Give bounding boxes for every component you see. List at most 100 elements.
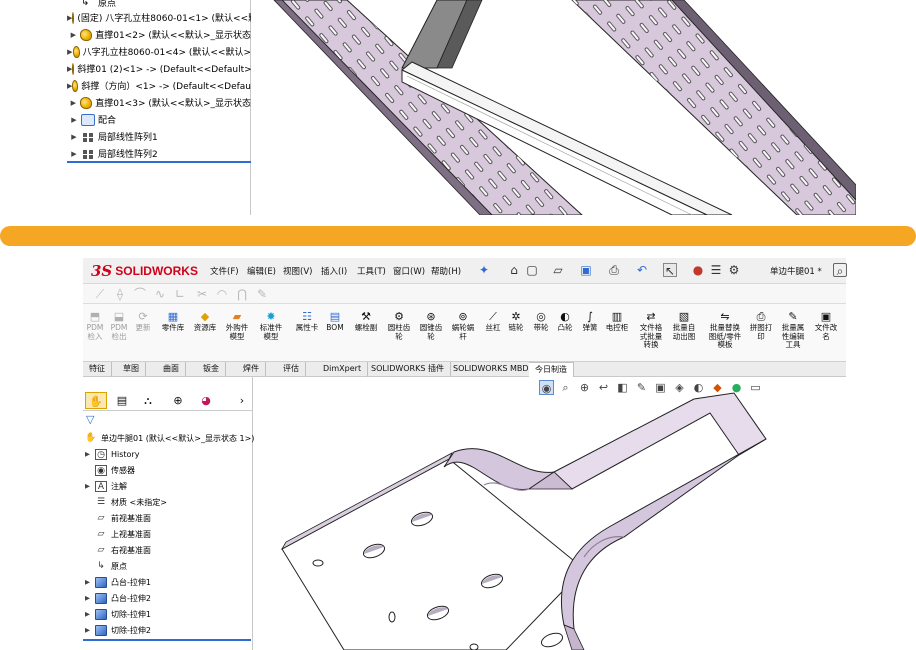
tree-item-material[interactable]: ☰ 材质 <未指定>: [85, 494, 167, 510]
curve-tool-icon[interactable]: ⋂: [235, 287, 249, 301]
tab-sketch[interactable]: 草图: [117, 362, 146, 377]
resource-library-button[interactable]: ◆ 资源库: [187, 310, 223, 333]
tree-item-history[interactable]: ▶ ◷ History: [85, 446, 139, 462]
menu-file[interactable]: 文件(F): [210, 265, 239, 277]
menu-insert[interactable]: 插入(I): [321, 265, 347, 277]
tree-item-boss-extrude2[interactable]: ▶ 凸台-拉伸2: [85, 590, 151, 606]
pin-icon[interactable]: ✦: [477, 263, 491, 277]
batch-property-button[interactable]: ✎ 批量属 性编辑 工具: [775, 310, 811, 350]
tree-item-part[interactable]: ▶ (固定) 八字孔立柱8060-01<1> (默认<<默认>_显示状态: [67, 9, 251, 26]
tree-item-boss-extrude1[interactable]: ▶ 凸台-拉伸1: [85, 574, 151, 590]
tree-item-pattern[interactable]: ▶ 局部线性阵列2: [67, 145, 251, 162]
cabinet-button[interactable]: ▥ 电控柜: [599, 310, 635, 333]
tab-sheet-metal[interactable]: 钣金: [197, 362, 226, 377]
purchased-part-button[interactable]: ▰ 外购件 模型: [219, 310, 255, 341]
standard-part-button[interactable]: ✸ 标准件 模型: [253, 310, 289, 341]
bevel-gear-button[interactable]: ⊛ 圆锥齿 轮: [413, 310, 449, 341]
assembly-3d-viewport[interactable]: [252, 0, 856, 215]
tree-item-part[interactable]: ▶ 斜撑01 (2)<1> -> (Default<<Default>_: [67, 60, 251, 77]
tree-item-mates[interactable]: ▶ 配合: [67, 111, 251, 128]
batch-replace-icon: ⇋: [720, 310, 730, 323]
tree-item-sensors[interactable]: ◉ 传感器: [85, 462, 135, 478]
menu-edit[interactable]: 编辑(E): [247, 265, 276, 277]
expand-arrow-icon[interactable]: ▶: [85, 450, 95, 458]
trim-tool-icon[interactable]: ✂: [195, 287, 209, 301]
options-gear-icon[interactable]: ⚙: [727, 263, 741, 277]
undo-icon[interactable]: ↶: [635, 263, 649, 277]
batch-drawing-button[interactable]: ▧ 批量自 动出图: [666, 310, 702, 341]
home-icon[interactable]: ⌂: [507, 263, 521, 277]
spline-tool-icon[interactable]: ∿: [153, 287, 167, 301]
batch-replace-button[interactable]: ⇋ 批量替换 图纸/零件 模板: [703, 310, 747, 350]
print-icon[interactable]: ⎙: [607, 263, 621, 277]
dimxpert-tab-icon[interactable]: ⊕: [167, 392, 189, 409]
feature-tree-root[interactable]: ✋ 单边牛腿01 (默认<<默认>_显示状态 1>): [85, 430, 254, 446]
expand-arrow-icon[interactable]: ▶: [85, 578, 95, 586]
corner-tool-icon[interactable]: ∟: [173, 287, 187, 301]
menu-tools[interactable]: 工具(T): [357, 265, 386, 277]
tab-features[interactable]: 特征: [83, 362, 112, 377]
offset-tool-icon[interactable]: ◠: [215, 287, 229, 301]
tree-item-front-plane[interactable]: ▱ 前视基准面: [85, 510, 151, 526]
rename-button[interactable]: ▣ 文件改 名: [808, 310, 844, 341]
expand-arrow-icon[interactable]: ▶: [67, 31, 80, 39]
origin-icon: ↳: [97, 560, 105, 571]
expand-arrow-icon[interactable]: ▶: [85, 594, 95, 602]
expand-arrow-icon[interactable]: ▶: [67, 150, 81, 158]
tree-item-cut-extrude2[interactable]: ▶ 切除-拉伸2: [85, 622, 151, 638]
tab-dimxpert[interactable]: DimXpert: [317, 362, 369, 377]
bolt-button[interactable]: ⚒ 螺栓副: [348, 310, 384, 333]
feature-tree-tab-icon[interactable]: ✋: [85, 392, 107, 409]
expand-arrow-icon[interactable]: ▶: [85, 610, 95, 618]
print-button[interactable]: ⎙ 拼图打 印: [743, 310, 779, 341]
expand-arrow-icon[interactable]: ▶: [85, 482, 95, 490]
search-icon[interactable]: ⌕: [833, 263, 847, 278]
file-properties-icon[interactable]: ☰: [709, 263, 723, 277]
menu-window[interactable]: 窗口(W): [393, 265, 425, 277]
material-icon: ☰: [96, 496, 106, 507]
tree-item-origin[interactable]: ↳ 原点: [85, 558, 127, 574]
tree-item-part[interactable]: ▶ 斜撑（方向）<1> -> (Default<<Defau: [67, 77, 251, 94]
tab-surfaces[interactable]: 曲面: [157, 362, 186, 377]
display-manager-tab-icon[interactable]: ◕: [195, 392, 217, 409]
new-document-icon[interactable]: ▢: [525, 263, 539, 277]
tab-today-manufacturing[interactable]: 今日制造: [529, 362, 574, 377]
plane-icon: ▱: [97, 528, 105, 539]
select-cursor-icon[interactable]: ↖: [663, 263, 677, 278]
arc-tool-icon[interactable]: ⌒: [133, 287, 147, 301]
tree-item-part[interactable]: ▶ 八字孔立柱8060-01<4> (默认<<默认>: [67, 43, 251, 60]
filter-icon[interactable]: ▽: [86, 414, 98, 426]
spur-gear-button[interactable]: ⚙ 圆柱齿 轮: [381, 310, 417, 341]
tree-item-top-plane[interactable]: ▱ 上视基准面: [85, 526, 151, 542]
expand-arrow-icon[interactable]: ▶: [67, 99, 80, 107]
tab-evaluate[interactable]: 评估: [277, 362, 306, 377]
expand-arrow-icon[interactable]: ▶: [85, 626, 95, 634]
part-3d-viewport[interactable]: ◉ ⌕ ⊕ ↩ ◧ ✎ ▣ ◈ ◐ ◆ ● ▭: [254, 377, 846, 650]
tree-item-part[interactable]: ▶ 直撑01<2> (默认<<默认>_显示状态: [67, 26, 251, 43]
tab-solidworks-addins[interactable]: SOLIDWORKS 插件: [365, 362, 451, 377]
pen-tool-icon[interactable]: ✎: [255, 287, 269, 301]
tab-solidworks-mbd[interactable]: SOLIDWORKS MBD: [447, 362, 536, 377]
property-manager-tab-icon[interactable]: ▤: [111, 392, 133, 409]
origin-icon: ↳: [81, 0, 90, 8]
expand-arrow-icon[interactable]: ▶: [67, 48, 73, 56]
tree-item-pattern[interactable]: ▶ 局部线性阵列1: [67, 128, 251, 145]
tree-item-right-plane[interactable]: ▱ 右视基准面: [85, 542, 151, 558]
chevron-right-icon[interactable]: ›: [231, 392, 253, 409]
menu-help[interactable]: 帮助(H): [431, 265, 461, 277]
menu-view[interactable]: 视图(V): [283, 265, 312, 277]
batch-convert-button[interactable]: ⇄ 文件格 式批量 转换: [633, 310, 669, 350]
line-tool-icon[interactable]: ⟋: [93, 287, 107, 301]
expand-arrow-icon[interactable]: ▶: [67, 133, 81, 141]
save-icon[interactable]: ▣: [579, 263, 593, 277]
rebuild-icon[interactable]: ●: [691, 263, 705, 277]
tab-weldments[interactable]: 焊件: [237, 362, 266, 377]
configuration-manager-tab-icon[interactable]: ⛬: [137, 392, 159, 409]
part-library-button[interactable]: ▦ 零件库: [155, 310, 191, 333]
smart-dimension-icon[interactable]: ⟠: [113, 287, 127, 301]
tree-item-annotations[interactable]: ▶ A 注解: [85, 478, 127, 494]
tree-item-part[interactable]: ▶ 直撑01<3> (默认<<默认>_显示状态: [67, 94, 251, 111]
open-folder-icon[interactable]: ▱: [551, 263, 565, 277]
expand-arrow-icon[interactable]: ▶: [67, 116, 81, 124]
tree-item-cut-extrude1[interactable]: ▶ 切除-拉伸1: [85, 606, 151, 622]
